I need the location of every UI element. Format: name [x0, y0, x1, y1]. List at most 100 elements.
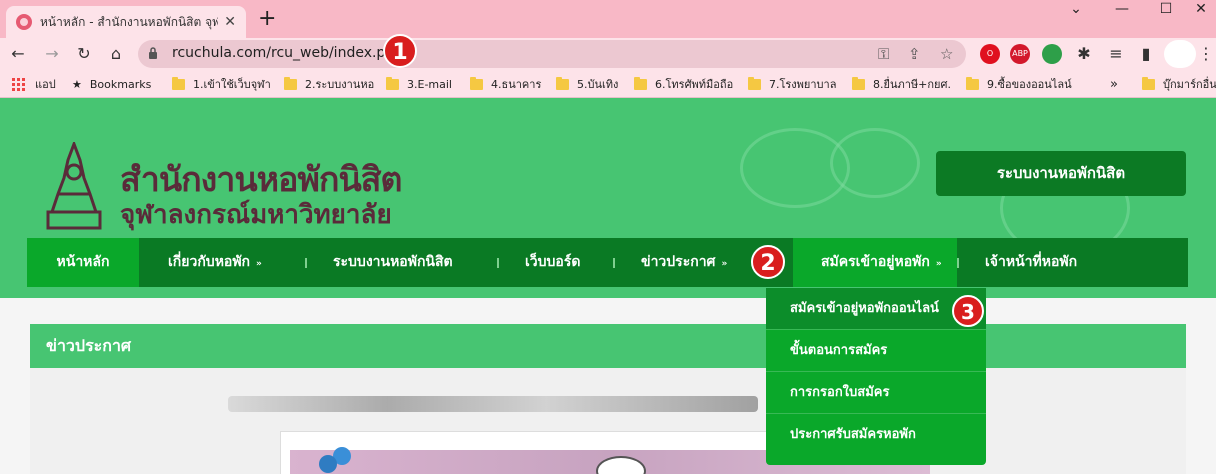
- address-bar[interactable]: rcuchula.com/rcu_web/index.php ⚿ ⇪ ☆: [138, 40, 966, 68]
- site-header: สำนักงานหอพักนิสิต จุฬาลงกรณ์มหาวิทยาลัย…: [0, 98, 1216, 298]
- nav-label: เกี่ยวกับหอพัก: [168, 254, 251, 270]
- bookmark-folder-5[interactable]: 5.บันเทิง: [556, 76, 618, 92]
- star-icon: ★: [72, 77, 82, 91]
- opera-extension-icon[interactable]: O: [980, 44, 1000, 64]
- bookmark-folder-9[interactable]: 9.ซื้อของออนไลน์: [966, 76, 1072, 92]
- browser-chrome: หน้าหลัก - สำนักงานหอพักนิสิต จุฬาลงกรณ์…: [0, 0, 1216, 98]
- folder-icon: [966, 76, 979, 90]
- tab-close-icon[interactable]: ✕: [224, 14, 236, 30]
- bookmark-label: 1.เข้าใช้เว็บจุฬา: [193, 78, 271, 91]
- bookmark-other[interactable]: บุ๊กมาร์กอื่น: [1142, 76, 1216, 92]
- pushpin-icon: [319, 447, 351, 473]
- nav-news[interactable]: ข่าวประกาศ »: [641, 238, 727, 287]
- nav-label: หน้าหลัก: [56, 254, 110, 270]
- url-text: rcuchula.com/rcu_web/index.php: [172, 45, 404, 61]
- folder-icon: [284, 76, 297, 90]
- browser-toolbar: ← → ↻ ⌂ rcuchula.com/rcu_web/index.php ⚿…: [0, 38, 1216, 70]
- dorm-system-button[interactable]: ระบบงานหอพักนิสิต: [936, 151, 1186, 196]
- nav-separator: [497, 258, 499, 268]
- new-tab-button[interactable]: +: [258, 7, 276, 31]
- profile-avatar[interactable]: [1164, 40, 1196, 68]
- bookmark-label: 8.ยื่นภาษี+กยศ.: [873, 78, 951, 91]
- browser-tab-active[interactable]: หน้าหลัก - สำนักงานหอพักนิสิต จุฬาลงกรณ์…: [6, 6, 246, 38]
- nav-label: สมัครเข้าอยู่หอพัก: [821, 254, 930, 270]
- nav-webboard[interactable]: เว็บบอร์ด: [525, 238, 580, 287]
- site-favicon-icon: [16, 14, 32, 30]
- bookmark-folder-6[interactable]: 6.โทรศัพท์มือถือ: [634, 76, 733, 92]
- media-queue-icon[interactable]: ≡: [1104, 42, 1128, 66]
- bookmark-apps[interactable]: แอป: [12, 76, 56, 92]
- nav-dorm-system[interactable]: ระบบงานหอพักนิสิต: [333, 238, 453, 287]
- folder-icon: [748, 76, 761, 90]
- bookmark-star-folder[interactable]: ★ Bookmarks: [72, 76, 151, 92]
- nav-home[interactable]: หน้าหลัก: [27, 238, 139, 287]
- bookmark-label: 9.ซื้อของออนไลน์: [987, 78, 1072, 91]
- annotation-marker-1: 1: [383, 34, 417, 68]
- bookmark-folder-1[interactable]: 1.เข้าใช้เว็บจุฬา: [172, 76, 271, 92]
- bookmark-label: 5.บันเทิง: [577, 78, 619, 91]
- chevron-down-icon: »: [721, 259, 728, 269]
- university-emblem-icon: [46, 142, 102, 230]
- bookmark-label: แอป: [35, 78, 56, 91]
- bookmark-folder-7[interactable]: 7.โรงพยาบาล: [748, 76, 836, 92]
- bookmark-folder-2[interactable]: 2.ระบบงานหอ: [284, 76, 374, 92]
- back-icon[interactable]: ←: [6, 42, 30, 66]
- extensions-puzzle-icon[interactable]: ✱: [1072, 42, 1096, 66]
- tab-bar: หน้าหลัก - สำนักงานหอพักนิสิต จุฬาลงกรณ์…: [0, 0, 1216, 38]
- site-subtitle: จุฬาลงกรณ์มหาวิทยาลัย: [120, 200, 392, 230]
- side-panel-icon[interactable]: ▮: [1134, 42, 1158, 66]
- bookmark-label: Bookmarks: [89, 77, 152, 91]
- reload-icon[interactable]: ↻: [72, 42, 96, 66]
- close-window-icon[interactable]: ✕: [1186, 0, 1216, 18]
- website-viewport: สำนักงานหอพักนิสิต จุฬาลงกรณ์มหาวิทยาลัย…: [0, 98, 1216, 474]
- bookmark-folder-4[interactable]: 4.ธนาคาร: [470, 76, 541, 92]
- folder-icon: [470, 76, 483, 90]
- minimize-icon[interactable]: —: [1102, 0, 1142, 18]
- bookmark-label: 6.โทรศัพท์มือถือ: [655, 78, 734, 91]
- bookmark-label: 2.ระบบงานหอ: [305, 78, 375, 91]
- bookmark-label: 4.ธนาคาร: [491, 78, 542, 91]
- chevron-down-icon: »: [935, 259, 942, 269]
- nav-separator: [957, 258, 959, 268]
- share-icon[interactable]: ⇪: [908, 45, 921, 63]
- tab-title: หน้าหลัก - สำนักงานหอพักนิสิต จุฬาลงกรณ์: [40, 14, 219, 29]
- bookmark-label: 3.E-mail: [407, 77, 452, 91]
- folder-icon: [556, 76, 569, 90]
- news-heading: ข่าวประกาศ: [30, 324, 1186, 368]
- bookmarks-bar: แอป ★ Bookmarks 1.เข้าใช้เว็บจุฬา 2.ระบบ…: [0, 70, 1216, 98]
- dropdown-item-fill-form[interactable]: การกรอกใบสมัคร: [766, 372, 986, 414]
- nav-apply-dorm[interactable]: สมัครเข้าอยู่หอพัก »: [793, 238, 957, 287]
- bookmark-star-icon[interactable]: ☆: [940, 45, 953, 63]
- tab-search-icon[interactable]: ⌄: [1056, 0, 1096, 18]
- dropdown-item-announcement[interactable]: ประกาศรับสมัครหอพัก: [766, 414, 986, 456]
- nav-separator: [305, 258, 307, 268]
- chevron-down-icon: »: [256, 259, 262, 269]
- decorative-bubble: [830, 128, 920, 198]
- nav-label: เว็บบอร์ด: [525, 254, 581, 270]
- bookmark-label: บุ๊กมาร์กอื่น: [1163, 78, 1216, 91]
- bookmark-folder-8[interactable]: 8.ยื่นภาษี+กยศ.: [852, 76, 951, 92]
- key-icon[interactable]: ⚿: [878, 45, 889, 63]
- lock-icon: [149, 47, 157, 59]
- main-nav: หน้าหลัก เกี่ยวกับหอพัก » ระบบงานหอพักนิส…: [27, 238, 1188, 287]
- folder-icon: [172, 76, 185, 90]
- nav-about[interactable]: เกี่ยวกับหอพัก »: [168, 238, 262, 287]
- maximize-icon[interactable]: ☐: [1146, 0, 1186, 18]
- folder-icon: [634, 76, 647, 90]
- bookmark-folder-3[interactable]: 3.E-mail: [386, 76, 452, 92]
- bookmark-label: 7.โรงพยาบาล: [769, 78, 837, 91]
- forward-icon[interactable]: →: [40, 42, 64, 66]
- apps-grid-icon: [12, 77, 25, 91]
- nav-staff[interactable]: เจ้าหน้าที่หอพัก: [985, 238, 1077, 287]
- folder-icon: [386, 76, 399, 90]
- home-icon[interactable]: ⌂: [104, 42, 128, 66]
- folder-icon: [852, 76, 865, 90]
- annotation-marker-2: 2: [751, 245, 785, 279]
- nav-label: เจ้าหน้าที่หอพัก: [985, 254, 1078, 270]
- bookmarks-overflow-button[interactable]: »: [1110, 76, 1118, 92]
- adblock-extension-icon[interactable]: ABP: [1010, 44, 1030, 64]
- menu-icon[interactable]: ⋮: [1196, 42, 1216, 66]
- nav-label: ระบบงานหอพักนิสิต: [333, 254, 453, 270]
- globe-extension-icon[interactable]: [1042, 44, 1062, 64]
- dropdown-item-steps[interactable]: ขั้นตอนการสมัคร: [766, 330, 986, 372]
